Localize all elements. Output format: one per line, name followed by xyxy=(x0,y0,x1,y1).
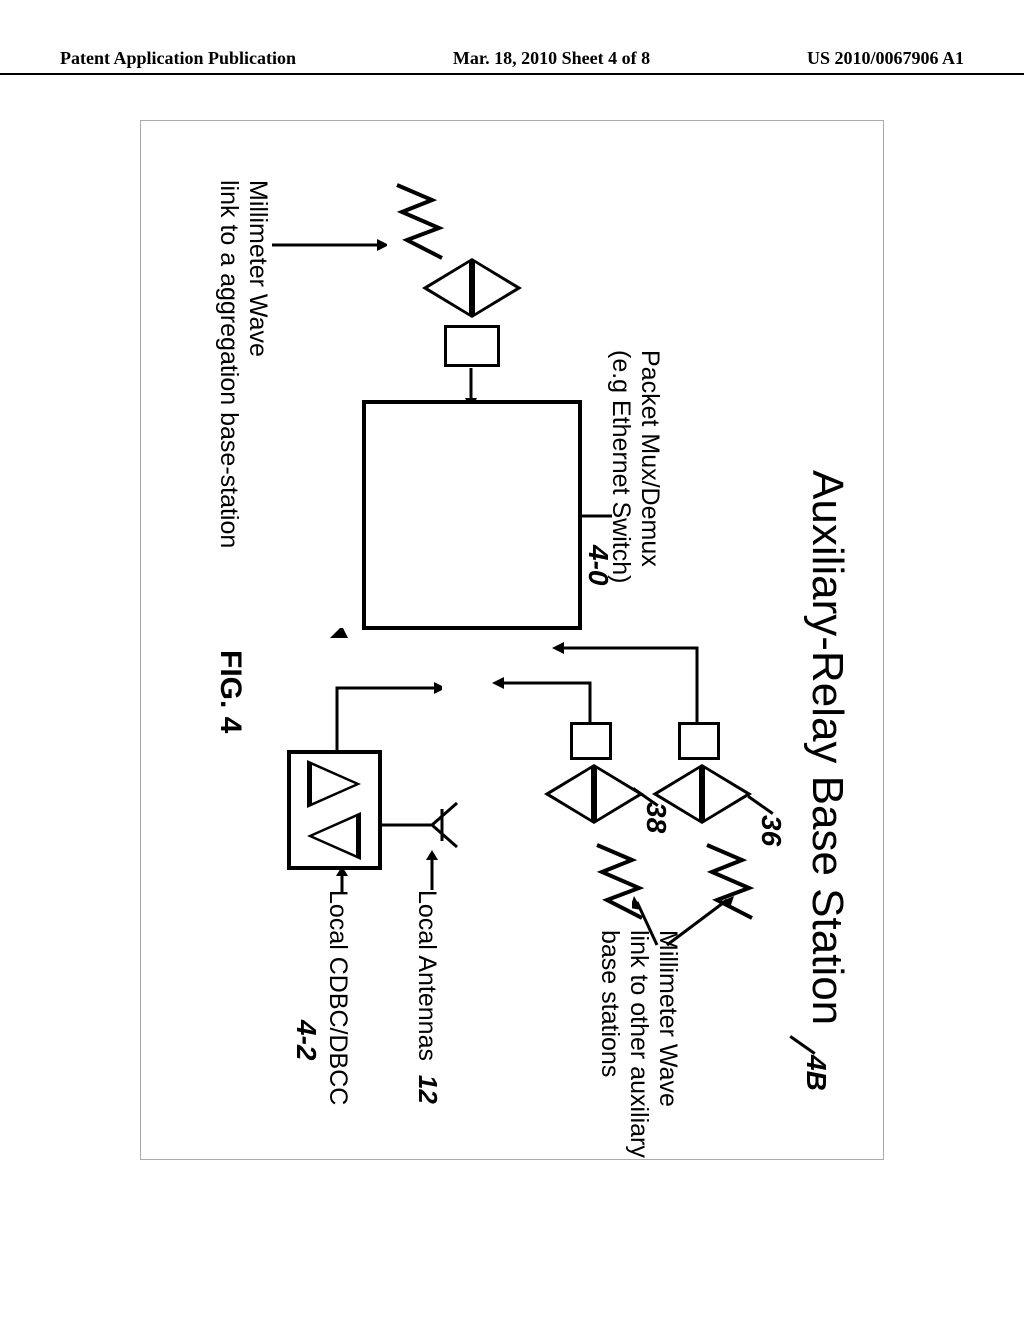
header-left: Patent Application Publication xyxy=(60,48,296,69)
switch-leader xyxy=(578,506,612,526)
refnum-38: 38 xyxy=(640,802,672,833)
arrow-agg-switch xyxy=(465,368,477,404)
page-header: Patent Application Publication Mar. 18, … xyxy=(0,48,1024,75)
local-cdbc-label: Local CDBC/DBCC xyxy=(323,890,352,1105)
mmw-aux-l1: Millimeter Wave xyxy=(653,930,682,1158)
downconvert-icon xyxy=(308,812,362,860)
local-cdbc-text: Local CDBC/DBCC xyxy=(324,890,352,1105)
figure-number: FIG. 4 xyxy=(213,650,247,733)
radio-box-agg xyxy=(444,325,500,367)
cdbc-leader xyxy=(330,868,354,898)
refnum-40: 4-0 xyxy=(582,545,614,585)
mmw-aux-leaders xyxy=(632,890,742,950)
mmw-aux-l2: link to other auxiliary xyxy=(625,930,654,1158)
cbdc-to-switch xyxy=(322,628,442,758)
refnum-12: 12 xyxy=(413,1075,443,1104)
local-antenna-icon xyxy=(377,795,462,855)
diagram-title: Auxiliary-Relay Base Station xyxy=(802,470,852,1025)
upconvert-icon xyxy=(308,760,362,808)
mmw-agg-l2: link to a aggregation base-station xyxy=(215,180,244,548)
elbows-36-38 xyxy=(462,628,702,748)
header-right: US 2010/0067906 A1 xyxy=(807,48,964,69)
mmw-agg-leader xyxy=(267,230,387,260)
title-tick-icon xyxy=(789,1035,815,1055)
switch-label: Packet Mux/Demux (e.g Ethernet Switch) xyxy=(607,350,665,583)
dish-antenna-38-icon xyxy=(544,764,644,824)
switch-label-l1: Packet Mux/Demux xyxy=(635,350,664,583)
local-antennas-text: Local Antennas xyxy=(413,890,441,1061)
mmw-agg-label: Millimeter Wave link to a aggregation ba… xyxy=(215,180,273,548)
refnum-4b: 4B xyxy=(800,1055,832,1091)
local-antennas-label: Local Antennas 12 xyxy=(412,890,442,1104)
mmw-aux-l3: base stations xyxy=(596,930,625,1158)
packet-switch-box xyxy=(362,400,582,630)
ant-leader xyxy=(420,850,444,894)
mmw-aux-label: Millimeter Wave link to other auxiliary … xyxy=(596,930,682,1158)
diagram-root: Auxiliary-Relay Base Station 4B Packet M… xyxy=(162,150,862,1130)
cdbc-dbcc-box xyxy=(287,750,382,870)
refnum-36: 36 xyxy=(755,815,787,846)
refnum-42: 4-2 xyxy=(290,1020,322,1060)
mmwave-agg-icon xyxy=(382,180,447,270)
header-center: Mar. 18, 2010 Sheet 4 of 8 xyxy=(453,48,650,69)
